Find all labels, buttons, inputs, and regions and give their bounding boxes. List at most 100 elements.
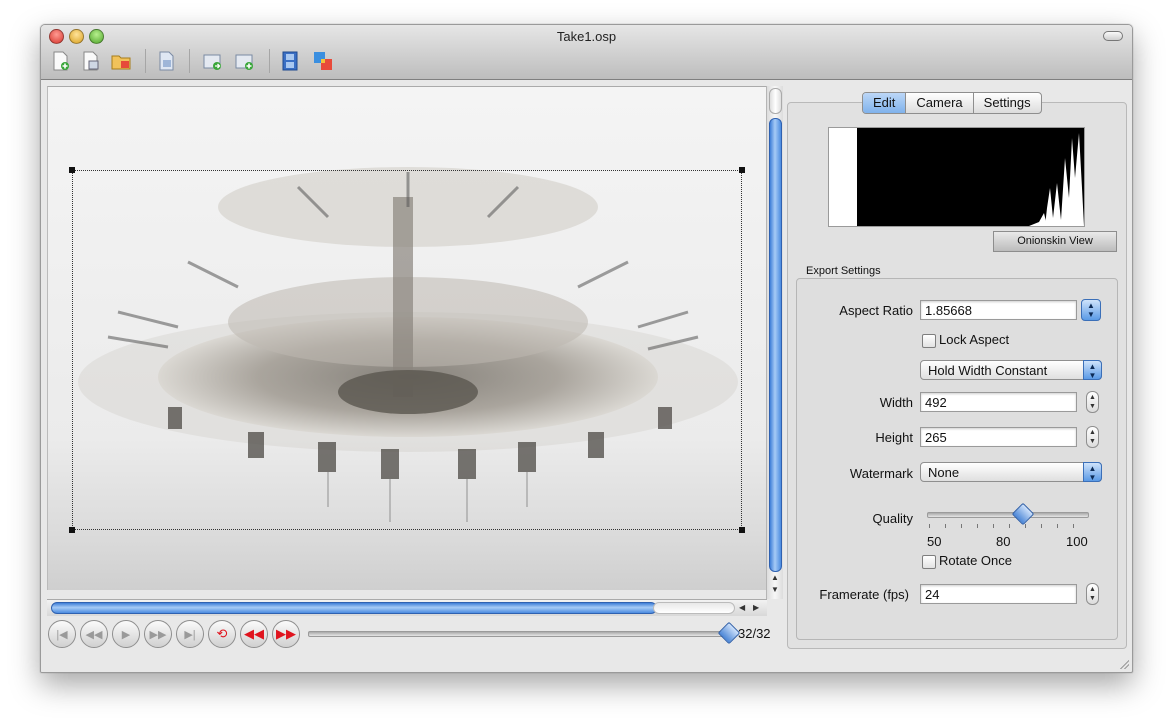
framerate-field[interactable]: 24 xyxy=(920,584,1077,604)
stepper-arrows-icon: ▲ ▼ xyxy=(1087,301,1095,319)
quality-label: Quality xyxy=(872,511,913,526)
quality-tick xyxy=(1073,524,1074,528)
stepper-arrows-icon: ▲ ▼ xyxy=(1089,429,1096,445)
app-window: Take1.osp ▲ ▼ ◀ ▶ |◀ ◀◀ ▶ ▶▶ ▶| ⟲ ◀◀ ▶▶ … xyxy=(40,24,1133,673)
watermark-popup[interactable]: None ▲ ▼ xyxy=(920,462,1102,482)
frame-viewer[interactable] xyxy=(47,86,768,590)
height-field[interactable]: 265 xyxy=(920,427,1077,447)
crop-handle-bottom-right[interactable] xyxy=(739,527,745,533)
tab-settings[interactable]: Settings xyxy=(974,93,1041,113)
stepper-arrows-icon: ▲ ▼ xyxy=(1089,394,1096,410)
loop-button[interactable]: ⟲ xyxy=(208,620,236,648)
rotate-once-checkbox[interactable] xyxy=(922,555,936,569)
quality-slider-track[interactable] xyxy=(927,512,1089,518)
hold-mode-popup[interactable]: Hold Width Constant ▲ ▼ xyxy=(920,360,1102,380)
scroll-track-cap xyxy=(769,88,782,114)
scroll-up-icon[interactable]: ▲ xyxy=(771,573,779,582)
quality-tick xyxy=(1057,524,1058,528)
import-images-icon[interactable] xyxy=(203,51,223,71)
toolbar-toggle-button[interactable] xyxy=(1103,31,1123,41)
reverse-play-icon: ◀◀ xyxy=(244,626,264,641)
quality-tick xyxy=(993,524,994,528)
export-document-icon[interactable] xyxy=(157,51,177,71)
tab-edit[interactable]: Edit xyxy=(863,93,907,113)
crop-handle-top-left[interactable] xyxy=(69,167,75,173)
timeline-scrollbar[interactable]: ◀ ▶ xyxy=(47,599,767,616)
lock-aspect-checkbox[interactable] xyxy=(922,334,936,348)
tab-camera[interactable]: Camera xyxy=(906,93,974,113)
toolbar-separator xyxy=(145,49,146,73)
resize-grip-icon[interactable] xyxy=(1119,659,1129,669)
scroll-left-icon[interactable]: ◀ xyxy=(739,603,745,612)
forward-play-button[interactable]: ▶▶ xyxy=(272,620,300,648)
crop-handle-top-right[interactable] xyxy=(739,167,745,173)
framerate-label: Framerate (fps) xyxy=(819,587,909,602)
export-settings-group: Aspect Ratio 1.85668 ▲ ▼ Lock Aspect Hold… xyxy=(796,278,1118,640)
watermark-value: None xyxy=(928,465,960,480)
toolbar-separator xyxy=(189,49,190,73)
quality-tick-label: 100 xyxy=(1066,534,1088,549)
height-label: Height xyxy=(875,430,913,445)
lock-aspect-label: Lock Aspect xyxy=(939,332,1010,347)
quality-tick xyxy=(1009,524,1010,528)
crop-rectangle[interactable] xyxy=(69,167,745,533)
vertical-scrollbar[interactable]: ▲ ▼ xyxy=(766,86,783,599)
width-field[interactable]: 492 xyxy=(920,392,1077,412)
quality-slider-knob[interactable] xyxy=(1011,502,1035,526)
filmstrip-icon[interactable] xyxy=(281,51,301,71)
width-label: Width xyxy=(879,395,913,410)
quality-tick xyxy=(977,524,978,528)
rotate-once-label: Rotate Once xyxy=(939,553,1012,568)
skip-to-start-icon: |◀ xyxy=(56,628,68,641)
skip-to-end-button[interactable]: ▶| xyxy=(176,620,204,648)
compose-layers-icon[interactable] xyxy=(313,51,333,71)
skip-to-end-icon: ▶| xyxy=(184,628,196,641)
quality-tick xyxy=(929,524,930,528)
fast-forward-button[interactable]: ▶▶ xyxy=(144,620,172,648)
quality-tick-label: 50 xyxy=(927,534,942,549)
framerate-stepper[interactable]: ▲ ▼ xyxy=(1086,583,1099,605)
scroll-down-icon[interactable]: ▼ xyxy=(771,585,779,594)
hold-mode-value: Hold Width Constant xyxy=(928,363,1048,378)
aspect-ratio-label: Aspect Ratio xyxy=(839,303,913,318)
height-stepper[interactable]: ▲ ▼ xyxy=(1086,426,1099,448)
fast-forward-icon: ▶▶ xyxy=(149,628,167,641)
vertical-scroll-thumb[interactable] xyxy=(769,118,782,572)
rewind-button[interactable]: ◀◀ xyxy=(80,620,108,648)
title-bar: Take1.osp xyxy=(41,25,1132,80)
loop-icon: ⟲ xyxy=(216,626,228,641)
reverse-play-button[interactable]: ◀◀ xyxy=(240,620,268,648)
quality-tick xyxy=(1025,524,1026,528)
popup-arrows-icon: ▲ ▼ xyxy=(1083,360,1102,380)
frame-counter: 32/32 xyxy=(738,626,771,641)
stepper-arrows-icon: ▲ ▼ xyxy=(1089,586,1096,602)
popup-arrows-icon: ▲ ▼ xyxy=(1083,462,1102,482)
settings-panel: Edit Camera Settings Onionskin View Expo… xyxy=(787,92,1127,649)
export-settings-label: Export Settings xyxy=(806,265,881,277)
quality-tick-label: 80 xyxy=(996,534,1011,549)
open-folder-icon[interactable] xyxy=(111,51,131,71)
play-icon: ▶ xyxy=(121,628,131,641)
new-scene-icon[interactable] xyxy=(81,51,101,71)
histogram xyxy=(828,127,1085,227)
play-button[interactable]: ▶ xyxy=(112,620,140,648)
frame-slider-knob[interactable] xyxy=(717,621,741,645)
scroll-right-icon[interactable]: ▶ xyxy=(753,603,759,612)
width-stepper[interactable]: ▲ ▼ xyxy=(1086,391,1099,413)
skip-to-start-button[interactable]: |◀ xyxy=(48,620,76,648)
rewind-icon: ◀◀ xyxy=(85,628,103,641)
window-title: Take1.osp xyxy=(556,29,617,44)
crop-handle-bottom-left[interactable] xyxy=(69,527,75,533)
preview-area: ▲ ▼ ◀ ▶ |◀ ◀◀ ▶ ▶▶ ▶| ⟲ ◀◀ ▶▶ 32/32 xyxy=(41,80,783,672)
add-images-icon[interactable] xyxy=(235,51,255,71)
quality-tick xyxy=(1041,524,1042,528)
onionskin-view-button[interactable]: Onionskin View xyxy=(993,231,1117,252)
aspect-ratio-field[interactable]: 1.85668 xyxy=(920,300,1077,320)
frame-slider-track[interactable] xyxy=(308,631,730,637)
new-project-icon[interactable] xyxy=(51,51,71,71)
watermark-label: Watermark xyxy=(849,466,913,481)
timeline-scroll-track xyxy=(653,602,735,614)
timeline-scroll-thumb[interactable] xyxy=(51,602,657,614)
quality-tick xyxy=(945,524,946,528)
aspect-ratio-stepper[interactable]: ▲ ▼ xyxy=(1081,299,1101,321)
